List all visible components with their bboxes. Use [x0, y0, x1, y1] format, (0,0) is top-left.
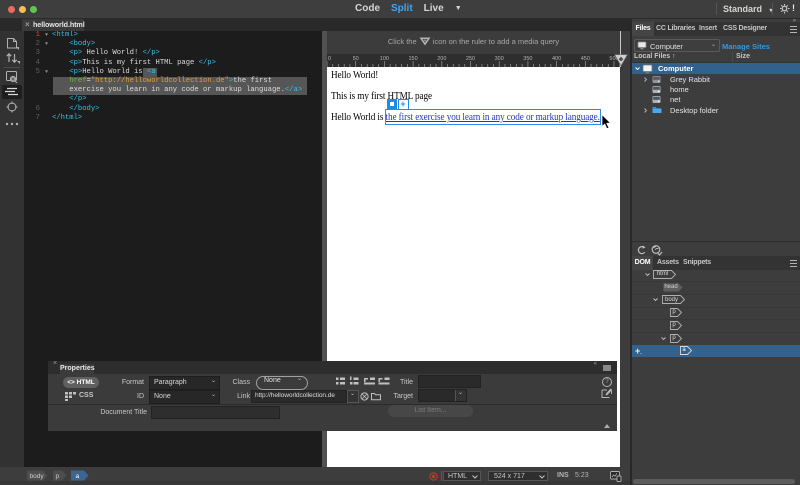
svg-text:a: a [76, 473, 80, 480]
svg-text:0: 0 [328, 56, 331, 62]
svg-text:p: p [56, 473, 60, 480]
svg-text:body: body [30, 473, 45, 480]
